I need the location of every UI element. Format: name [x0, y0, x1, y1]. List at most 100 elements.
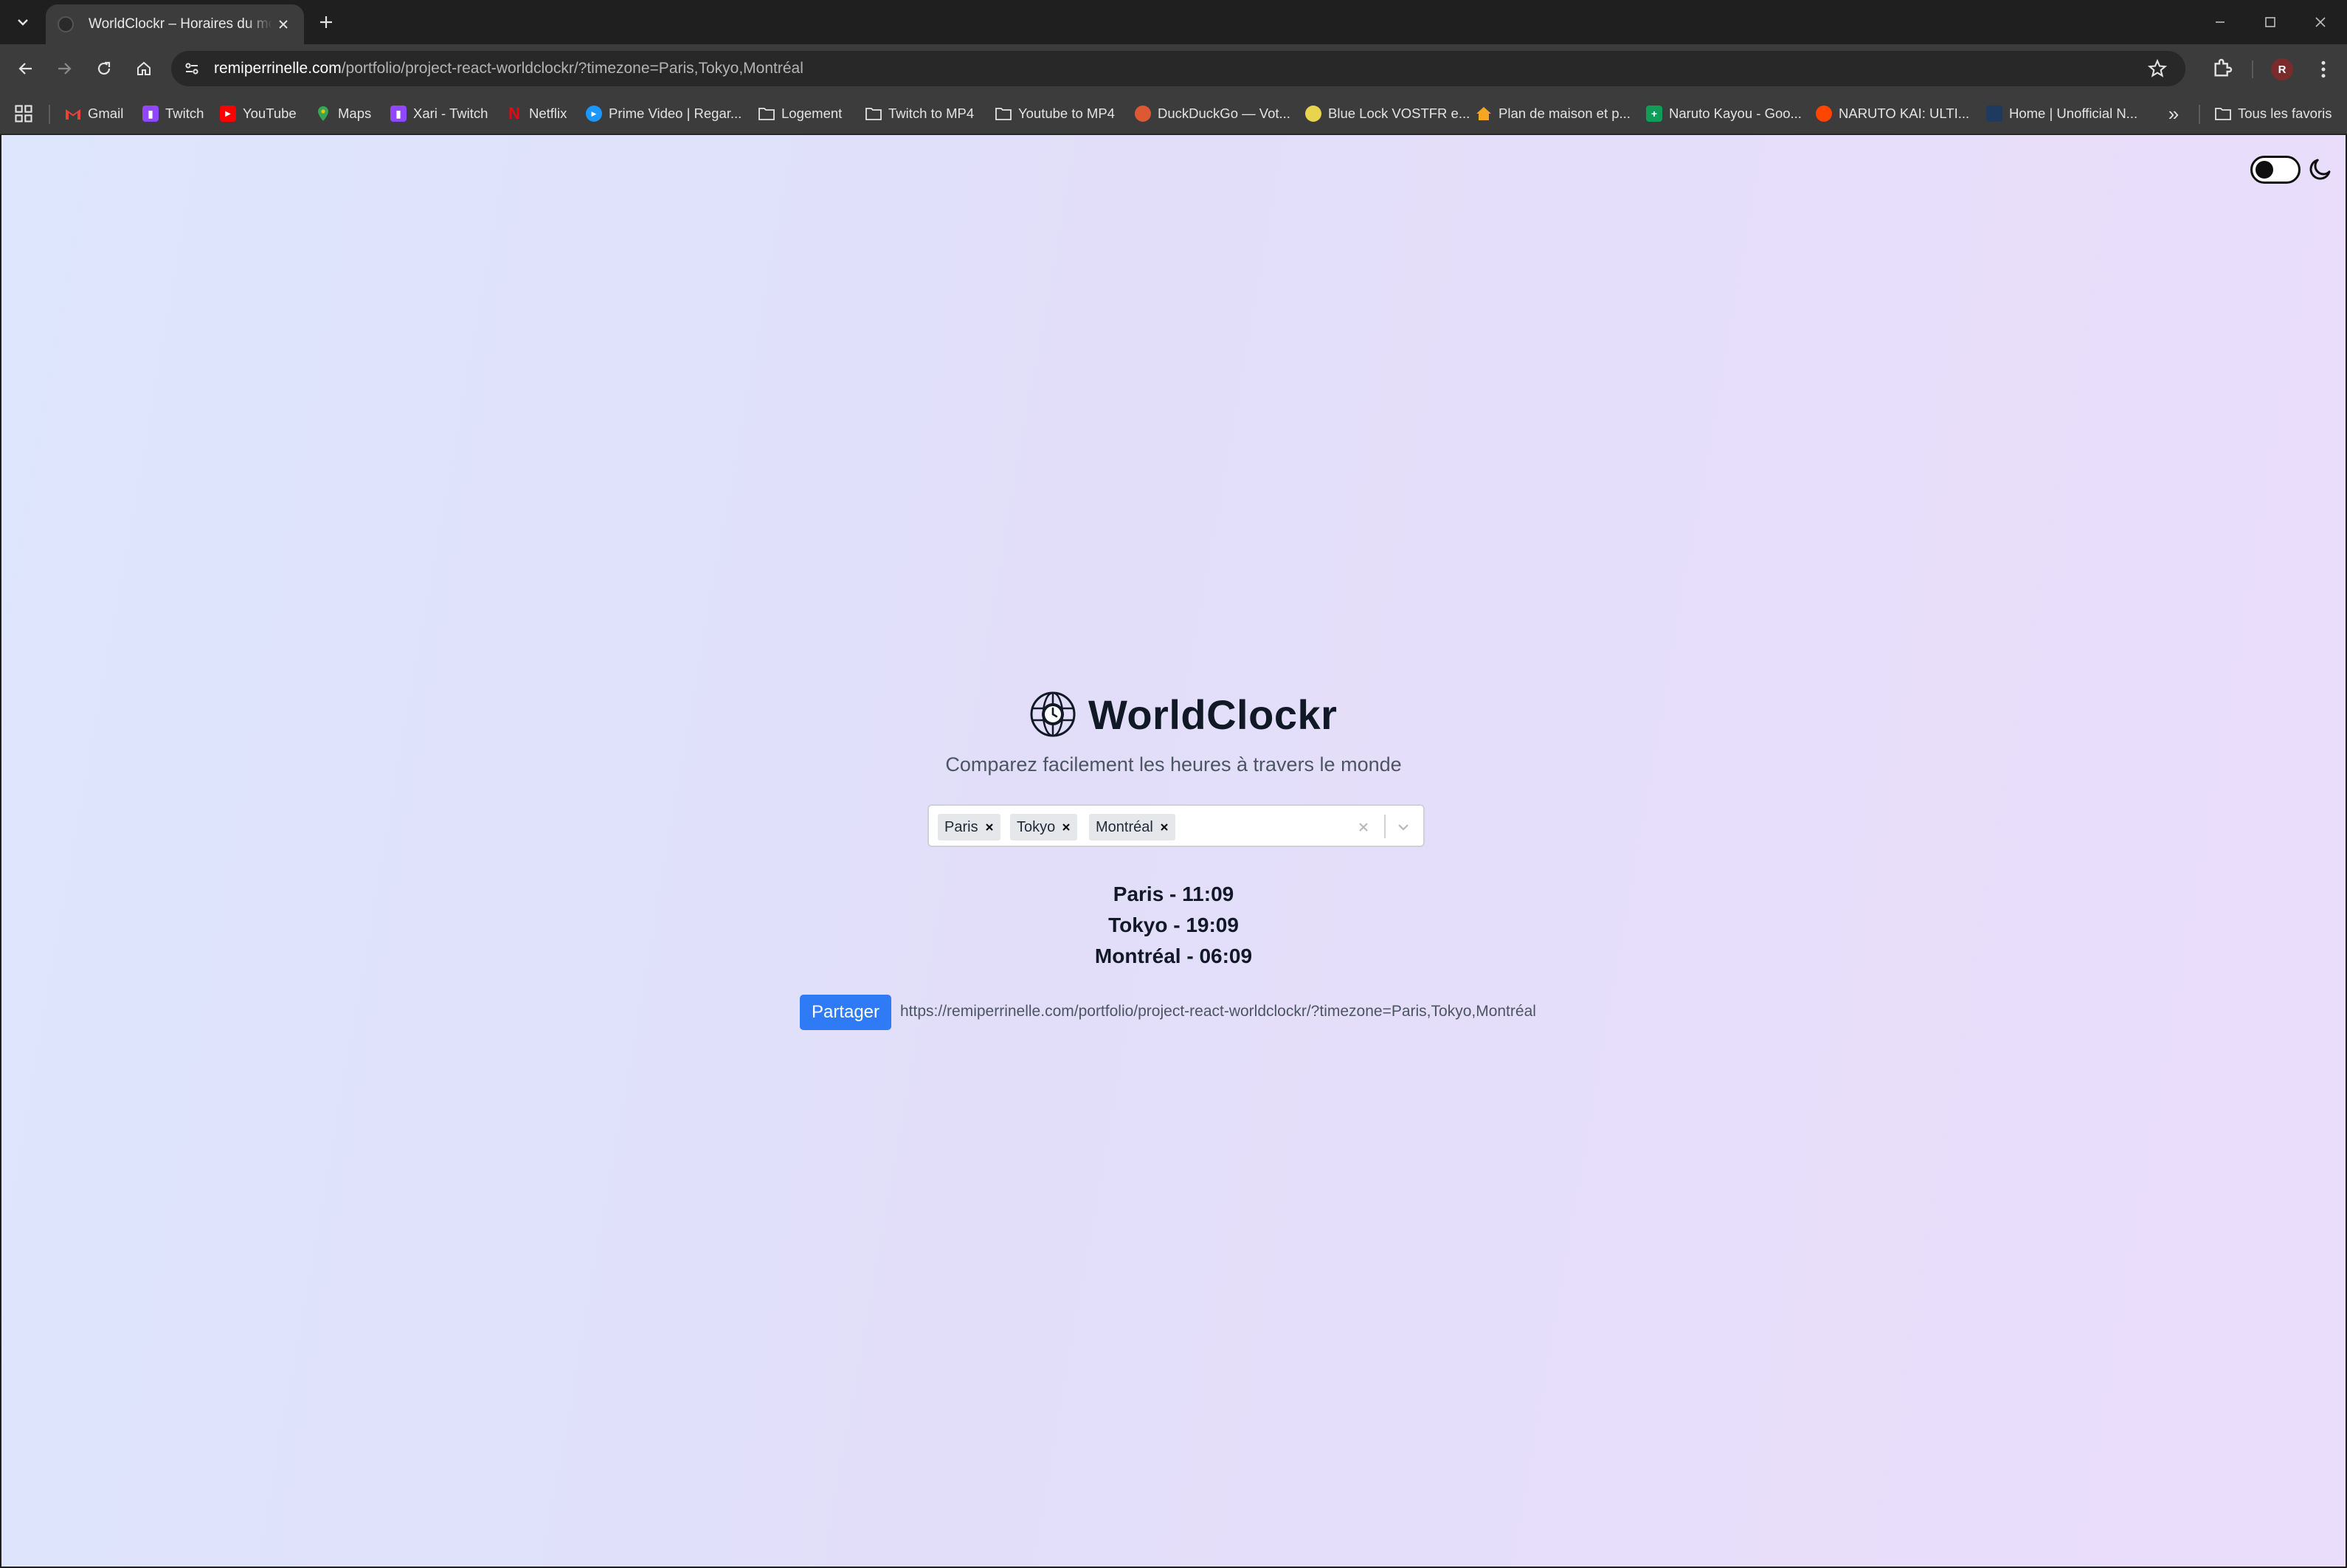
close-icon [1359, 823, 1368, 832]
toolbar-divider [2252, 61, 2253, 78]
bookmark-label: Twitch [165, 106, 204, 121]
bookmark-label: Home | Unofficial N... [2009, 106, 2138, 121]
bookmarks-divider [49, 105, 50, 124]
chevron-down-icon [18, 19, 28, 26]
maps-icon [315, 106, 331, 122]
close-window-button[interactable] [2299, 6, 2342, 38]
bookmark-label: DuckDuckGo — Vot... [1158, 106, 1290, 121]
chip-remove-button[interactable] [1153, 814, 1175, 840]
minimize-button[interactable] [2199, 6, 2241, 38]
tab-title: WorldClockr – Horaires du monde [89, 16, 273, 32]
bookmark-label: Youtube to MP4 [1018, 106, 1115, 121]
maximize-icon [2265, 17, 2275, 27]
bookmark-label: Plan de maison et p... [1499, 106, 1631, 121]
maximize-button[interactable] [2249, 6, 2292, 38]
page-subtitle: Comparez facilement les heures à travers… [945, 753, 1402, 776]
bookmark-gmail[interactable]: Gmail [65, 99, 123, 128]
bookmark-maps[interactable]: Maps [315, 99, 371, 128]
timezone-multiselect[interactable]: Paris Tokyo Montréal [927, 804, 1425, 847]
share-url-text: https://remiperrinelle.com/portfolio/pro… [900, 1003, 1536, 1020]
bookmark-naruto-kai[interactable]: NARUTO KAI: ULTI... [1816, 99, 1969, 128]
bookmark-folder-twitch-mp4[interactable]: Twitch to MP4 [865, 99, 974, 128]
chip-label: Tokyo [1017, 818, 1056, 835]
bookmark-label: Netflix [529, 106, 567, 121]
more-bookmarks-button[interactable]: » [2162, 102, 2185, 125]
tab-favicon-icon [58, 16, 74, 32]
dropdown-toggle[interactable] [1392, 816, 1414, 838]
time-row-tokyo: Tokyo - 19:09 [1108, 913, 1239, 936]
youtube-icon: ▶ [220, 106, 236, 122]
chip-remove-button[interactable] [978, 814, 1000, 840]
selected-zone-chip: Tokyo [1010, 814, 1078, 840]
clear-all-button[interactable] [1352, 816, 1375, 838]
reload-icon [97, 61, 111, 75]
bookmark-label: YouTube [243, 106, 297, 121]
site-settings-icon[interactable] [183, 60, 201, 77]
new-tab-button[interactable] [313, 9, 339, 35]
toggle-knob [2256, 161, 2273, 179]
close-icon [1161, 823, 1168, 831]
sheets-icon: + [1646, 106, 1662, 122]
bookmarks-bar: Gmail ▮ Twitch ▶ YouTube Maps ▮ Xari - Twit… [0, 93, 2347, 134]
arrow-right-icon [58, 63, 72, 75]
bookmark-youtube[interactable]: ▶ YouTube [220, 99, 297, 128]
profile-avatar[interactable]: R [2271, 58, 2293, 80]
bookmark-label: NARUTO KAI: ULTI... [1839, 106, 1970, 121]
bookmark-label: Gmail [88, 106, 124, 121]
close-icon [985, 823, 993, 831]
bookmark-twitch[interactable]: ▮ Twitch [142, 99, 204, 128]
folder-icon [758, 106, 775, 122]
extensions-puzzle-icon[interactable] [2211, 57, 2234, 80]
bookmark-unofficial[interactable]: Home | Unofficial N... [1986, 99, 2137, 128]
prime-video-icon: ▶ [586, 106, 602, 122]
share-button[interactable]: Partager [800, 995, 891, 1030]
bookmark-netflix[interactable]: N Netflix [506, 99, 567, 128]
tab-search-button[interactable] [7, 7, 38, 37]
page-title: WorldClockr [1088, 691, 1338, 738]
dark-mode-toggle[interactable] [2250, 156, 2301, 184]
back-button[interactable] [12, 55, 40, 83]
time-row-paris: Paris - 11:09 [1113, 883, 1234, 905]
bookmark-prime-video[interactable]: ▶ Prime Video | Regar... [586, 99, 742, 128]
folder-icon [995, 106, 1012, 122]
bookmark-naruto-kayou[interactable]: + Naruto Kayou - Goo... [1646, 99, 1802, 128]
folder-icon [2215, 106, 2231, 122]
twitch-icon: ▮ [142, 106, 159, 122]
bookmark-star-icon[interactable] [2147, 58, 2168, 79]
bookmarks-divider [2199, 105, 2200, 124]
site-icon [1986, 106, 2002, 122]
time-list: Paris - 11:09 Tokyo - 19:09 Montréal - 0… [1, 879, 2346, 972]
bookmark-folder-youtube-mp4[interactable]: Youtube to MP4 [995, 99, 1115, 128]
chip-label: Montréal [1096, 818, 1153, 835]
chip-remove-button[interactable] [1055, 814, 1077, 840]
home-button[interactable] [130, 55, 158, 83]
bookmark-blue-lock[interactable]: Blue Lock VOSTFR e... [1305, 99, 1470, 128]
address-url: remiperrinelle.com/portfolio/project-rea… [214, 60, 803, 77]
bookmark-plan-maison[interactable]: Plan de maison et p... [1476, 99, 1631, 128]
address-bar[interactable]: remiperrinelle.com/portfolio/project-rea… [171, 51, 2185, 86]
kebab-menu-icon[interactable] [2312, 58, 2334, 80]
close-icon [1062, 823, 1071, 831]
plus-icon [320, 16, 332, 28]
forward-button[interactable] [50, 55, 78, 83]
bookmark-folder-logement[interactable]: Logement [758, 99, 842, 128]
apps-grid-icon[interactable] [13, 103, 34, 124]
address-host: remiperrinelle.com [214, 60, 342, 77]
duckduckgo-icon [1135, 106, 1151, 122]
select-divider [1384, 815, 1386, 838]
bookmark-label: Tous les favoris [2238, 106, 2332, 121]
gmail-icon [65, 106, 81, 122]
reload-button[interactable] [90, 55, 118, 83]
tab-close-button[interactable] [273, 14, 294, 35]
close-icon [279, 20, 288, 29]
globe-clock-icon [1030, 691, 1076, 737]
address-path: /portfolio/project-react-worldclockr/?ti… [341, 60, 803, 77]
bookmark-duckduckgo[interactable]: DuckDuckGo — Vot... [1135, 99, 1290, 128]
active-tab[interactable]: WorldClockr – Horaires du monde [46, 4, 304, 44]
tab-strip: WorldClockr – Horaires du monde [0, 0, 2347, 44]
close-icon [2315, 17, 2326, 27]
site-icon [1305, 106, 1321, 122]
all-bookmarks-button[interactable]: Tous les favoris [2215, 99, 2332, 128]
bookmark-label: Maps [338, 106, 372, 121]
bookmark-xari-twitch[interactable]: ▮ Xari - Twitch [390, 99, 488, 128]
